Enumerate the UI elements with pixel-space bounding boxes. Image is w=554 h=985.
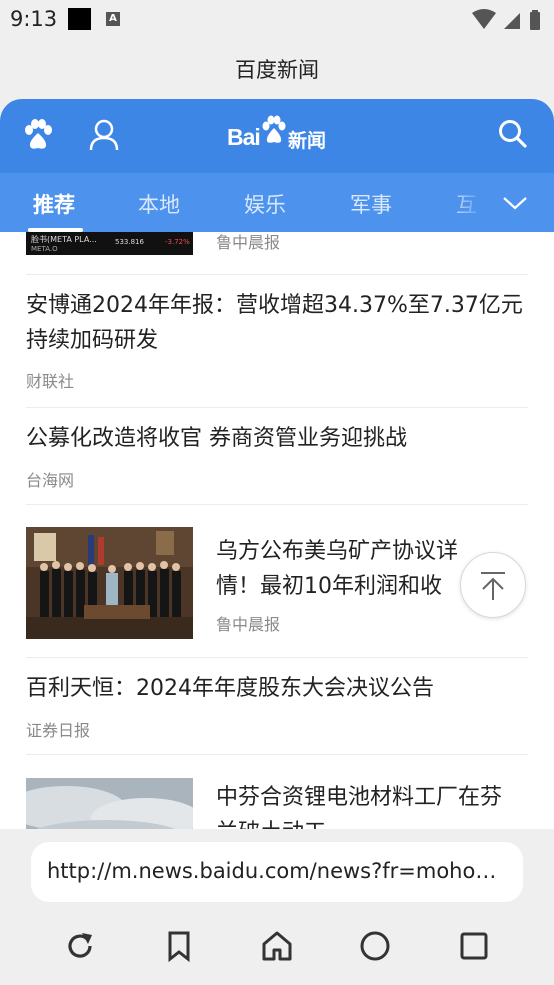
baidu-header: Bai 新闻 bbox=[0, 99, 554, 173]
url-text[interactable]: http://m.news.baidu.com/news?fr=mohome&s… bbox=[47, 859, 509, 883]
logo-news-text: 新闻 bbox=[288, 130, 327, 152]
news-source: 证券日报 bbox=[26, 721, 91, 740]
news-headline[interactable]: 乌方公布美乌矿产协议详情！最初10年利润和收 bbox=[216, 534, 486, 604]
news-item[interactable]: 安博通2024年年报：营收增超34.37%至7.37亿元 持续加码研发 财联社 bbox=[26, 274, 528, 408]
news-item[interactable]: 乌方公布美乌矿产协议详情！最初10年利润和收 鲁中晨报 bbox=[26, 504, 528, 658]
reload-icon[interactable] bbox=[63, 929, 97, 963]
recents-icon[interactable] bbox=[457, 929, 491, 963]
app-title: 百度新闻 bbox=[235, 58, 319, 82]
news-headline[interactable]: 公募化改造将收官 券商资管业务迎挑战 bbox=[26, 421, 526, 456]
search-icon[interactable] bbox=[498, 119, 528, 153]
logo-paw-icon bbox=[261, 115, 287, 149]
logo-bai-text: Bai bbox=[227, 124, 261, 150]
chevron-down-icon[interactable] bbox=[502, 195, 528, 215]
wifi-icon bbox=[472, 9, 496, 29]
tab-military[interactable]: 军事 bbox=[350, 189, 392, 219]
news-item[interactable]: 公募化改造将收官 券商资管业务迎挑战 台海网 bbox=[26, 407, 528, 505]
news-feed: 脸书(META PLA... META.O 533.816 -3.72% 鲁中晨… bbox=[0, 232, 554, 829]
news-thumbnail[interactable] bbox=[26, 778, 193, 829]
baidu-paw-icon[interactable] bbox=[23, 119, 53, 155]
stock-name: 脸书(META PLA... bbox=[31, 235, 97, 244]
url-bar[interactable]: http://m.news.baidu.com/news?fr=mohome&s… bbox=[31, 842, 523, 902]
tab-fade bbox=[448, 173, 554, 232]
home-icon[interactable] bbox=[260, 929, 294, 963]
stock-price: 533.816 bbox=[115, 238, 144, 246]
category-tabs: 推荐 本地 娱乐 军事 互 bbox=[0, 173, 554, 232]
status-time: 9:13 bbox=[10, 7, 58, 31]
signal-icon bbox=[504, 13, 520, 29]
news-source: 鲁中晨报 bbox=[216, 615, 281, 634]
arrow-up-icon bbox=[481, 572, 505, 600]
bottom-nav bbox=[0, 915, 554, 977]
battery-icon bbox=[530, 10, 540, 30]
circle-home-icon[interactable] bbox=[358, 929, 392, 963]
bookmark-icon[interactable] bbox=[162, 929, 196, 963]
back-to-top-button[interactable] bbox=[460, 552, 526, 618]
status-icons bbox=[470, 9, 544, 31]
news-item[interactable]: 百利天恒：2024年年度股东大会决议公告 证券日报 bbox=[26, 657, 528, 755]
news-source: 鲁中晨报 bbox=[216, 233, 281, 252]
news-item[interactable]: 脸书(META PLA... META.O 533.816 -3.72% 鲁中晨… bbox=[26, 232, 528, 275]
webview[interactable]: Bai 新闻 推荐 本地 娱乐 军事 互 bbox=[0, 99, 554, 829]
tab-entertainment[interactable]: 娱乐 bbox=[244, 189, 286, 219]
user-icon[interactable] bbox=[89, 119, 119, 155]
stock-ticker: META.O bbox=[31, 245, 58, 253]
news-headline[interactable]: 百利天恒：2024年年度股东大会决议公告 bbox=[26, 671, 526, 706]
stock-change: -3.72% bbox=[165, 238, 190, 246]
news-headline[interactable]: 安博通2024年年报：营收增超34.37%至7.37亿元 持续加码研发 bbox=[26, 288, 526, 358]
tab-recommend[interactable]: 推荐 bbox=[33, 189, 75, 219]
news-headline[interactable]: 中芬合资锂电池材料工厂在芬兰破土动工 bbox=[216, 780, 516, 829]
notification-icon bbox=[68, 8, 91, 30]
baidu-news-logo[interactable]: Bai 新闻 bbox=[227, 115, 337, 155]
tab-local[interactable]: 本地 bbox=[138, 189, 180, 219]
news-thumbnail[interactable] bbox=[26, 527, 193, 639]
app-notification-icon: A bbox=[106, 12, 120, 26]
news-item[interactable]: 中芬合资锂电池材料工厂在芬兰破土动工 bbox=[26, 754, 528, 829]
status-bar: 9:13 A bbox=[0, 0, 554, 38]
news-source: 财联社 bbox=[26, 372, 75, 391]
stock-thumbnail: 脸书(META PLA... META.O 533.816 -3.72% bbox=[26, 232, 193, 255]
news-source: 台海网 bbox=[26, 471, 75, 490]
